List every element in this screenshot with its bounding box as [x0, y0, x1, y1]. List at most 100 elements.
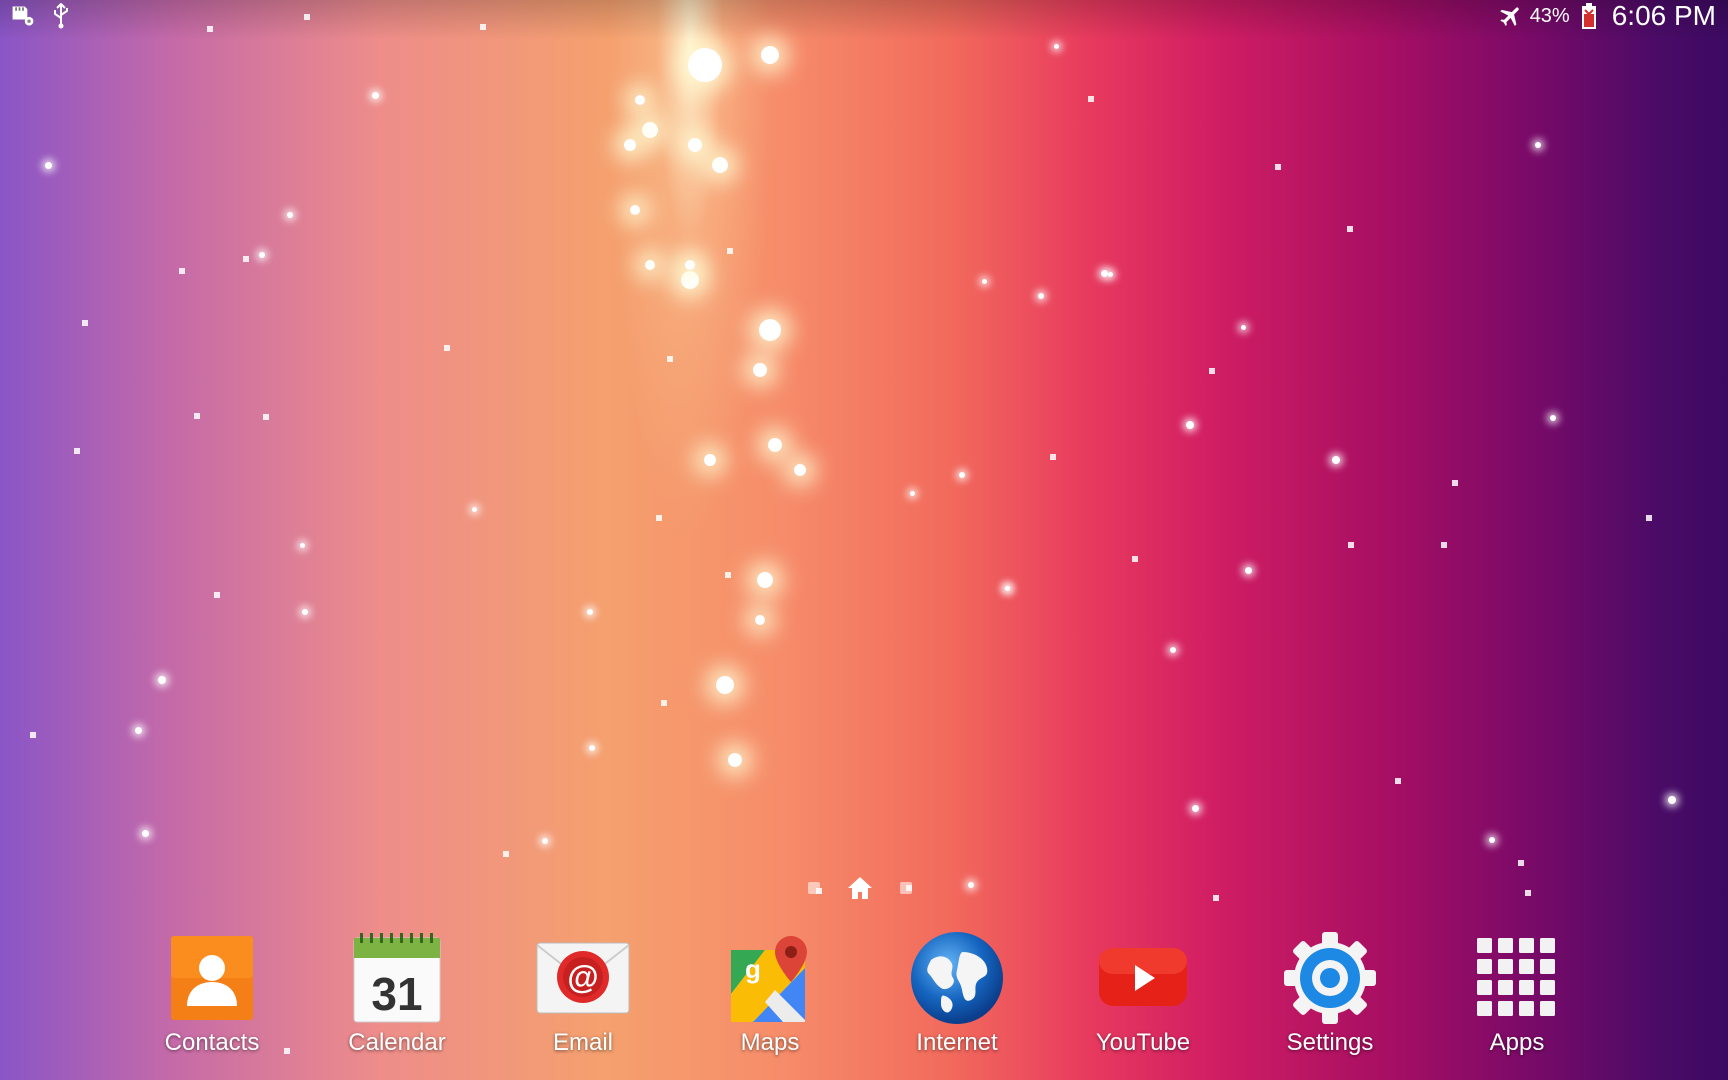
wallpaper-sparkle: [704, 454, 716, 466]
wallpaper-sparkle: [1668, 796, 1676, 804]
wallpaper-sparkle: [1535, 142, 1541, 148]
wallpaper-sparkle: [1191, 804, 1199, 812]
calendar-day: 31: [371, 968, 422, 1020]
svg-text:g: g: [745, 954, 761, 984]
wallpaper-sparkle: [624, 139, 636, 151]
youtube-icon: [1095, 930, 1191, 1026]
wallpaper-sparkle: [1170, 647, 1176, 653]
wallpaper-dot: [1209, 368, 1215, 374]
wallpaper-sparkle: [755, 615, 765, 625]
wallpaper-dot: [179, 268, 185, 274]
app-label: Calendar: [348, 1029, 446, 1056]
page-dot[interactable]: [900, 882, 912, 894]
wallpaper-dot: [30, 732, 36, 738]
wallpaper-sparkle: [768, 438, 782, 452]
wallpaper-sparkle: [645, 260, 655, 270]
status-left: [10, 3, 74, 29]
wallpaper-sparkle: [642, 122, 658, 138]
wallpaper-dot: [1452, 480, 1458, 486]
app-calendar[interactable]: 31 Calendar: [322, 930, 472, 1057]
home-page-icon[interactable]: [846, 874, 874, 902]
wallpaper-sparkle: [1053, 43, 1059, 49]
wallpaper-dot: [214, 592, 220, 598]
status-right: 43% 6:06 PM: [1498, 0, 1716, 32]
wallpaper-dot: [194, 413, 200, 419]
wallpaper-sparkle: [1100, 269, 1108, 277]
wallpaper-sparkle: [371, 91, 379, 99]
wallpaper-sparkle: [589, 745, 595, 751]
app-contacts[interactable]: Contacts: [137, 930, 287, 1057]
wallpaper-dot: [1395, 778, 1401, 784]
wallpaper-glow: [560, 0, 820, 820]
wallpaper-sparkle: [1332, 456, 1340, 464]
app-label: Maps: [740, 1029, 800, 1056]
wallpaper-sparkle: [1038, 293, 1044, 299]
wallpaper-dot: [503, 851, 509, 857]
wallpaper-sparkle: [712, 157, 728, 173]
wallpaper-sparkle: [761, 46, 779, 64]
wallpaper-sparkle: [959, 472, 965, 478]
contacts-icon: [164, 930, 260, 1026]
wallpaper-dot: [667, 356, 673, 362]
wallpaper-sparkle: [1550, 415, 1556, 421]
app-youtube[interactable]: YouTube: [1068, 930, 1218, 1057]
wallpaper-dot: [656, 515, 662, 521]
app-apps[interactable]: Apps: [1442, 930, 1592, 1057]
calendar-icon: 31: [349, 930, 445, 1026]
wallpaper-sparkle: [471, 506, 477, 512]
wallpaper-dot: [1132, 556, 1138, 562]
wallpaper-sparkle: [688, 138, 702, 152]
wallpaper-sparkle: [716, 676, 734, 694]
wallpaper-sparkle: [757, 572, 773, 588]
sd-card-settings-icon: [10, 3, 36, 29]
app-label: YouTube: [1095, 1029, 1191, 1056]
page-dot[interactable]: [808, 882, 820, 894]
wallpaper-sparkle: [635, 95, 645, 105]
app-maps[interactable]: g Maps: [695, 930, 845, 1057]
page-indicator: [0, 874, 1724, 902]
wallpaper-sparkle: [259, 252, 265, 258]
wallpaper-sparkle: [1186, 421, 1194, 429]
wallpaper-sparkle: [981, 278, 987, 284]
wallpaper-dot: [1347, 226, 1353, 232]
wallpaper-sparkle: [1244, 566, 1252, 574]
wallpaper-sparkle: [681, 271, 699, 289]
wallpaper-dot: [1275, 164, 1281, 170]
internet-globe-icon: [909, 930, 1005, 1026]
app-label: Internet: [916, 1029, 998, 1056]
wallpaper-sparkle: [158, 676, 166, 684]
wallpaper-dot: [1050, 454, 1056, 460]
clock: 6:06 PM: [1611, 0, 1716, 31]
wallpaper-dot: [82, 320, 88, 326]
wallpaper-dot: [1518, 860, 1524, 866]
wallpaper-sparkle: [141, 829, 149, 837]
app-dock: Contacts 31 Calendar @ Email g Maps Inte…: [0, 930, 1728, 1080]
app-internet[interactable]: Internet: [882, 930, 1032, 1057]
wallpaper-dot: [444, 345, 450, 351]
wallpaper-dot: [74, 448, 80, 454]
battery-icon: [1576, 3, 1602, 29]
wallpaper-sparkle: [688, 48, 722, 82]
email-icon: @: [535, 930, 631, 1026]
usb-icon: [48, 3, 74, 29]
status-bar: 43% 6:06 PM: [0, 0, 1728, 32]
wallpaper-dot: [727, 248, 733, 254]
wallpaper-sparkle: [794, 464, 806, 476]
wallpaper-dot: [1441, 542, 1447, 548]
wallpaper-dot: [1088, 96, 1094, 102]
wallpaper-sparkle: [302, 609, 308, 615]
wallpaper-sparkle: [759, 319, 781, 341]
wallpaper-sparkle: [299, 542, 305, 548]
wallpaper-sparkle: [287, 212, 293, 218]
app-email[interactable]: @ Email: [508, 930, 658, 1057]
wallpaper-dot: [1646, 515, 1652, 521]
wallpaper-sparkle: [728, 753, 742, 767]
wallpaper-sparkle: [134, 726, 142, 734]
apps-grid-icon: [1469, 930, 1565, 1026]
battery-percent: 43%: [1529, 4, 1570, 27]
app-settings[interactable]: Settings: [1255, 930, 1405, 1057]
wallpaper-sparkle: [685, 260, 695, 270]
wallpaper-sparkle: [1489, 837, 1495, 843]
wallpaper-dot: [1348, 542, 1354, 548]
app-label: Apps: [1489, 1029, 1545, 1056]
